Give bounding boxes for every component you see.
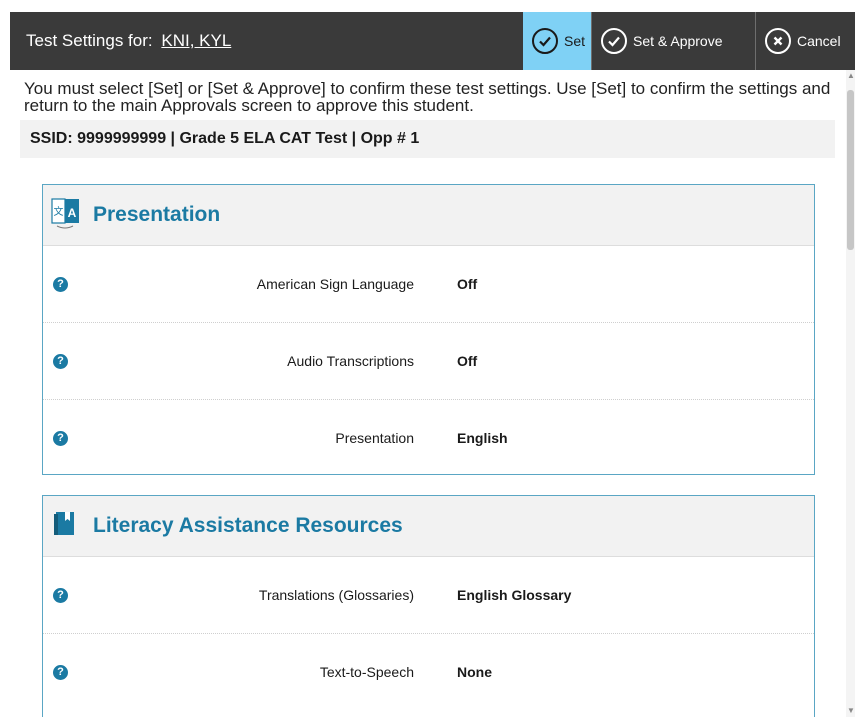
dialog-actions: Set Set & Approve Cancel	[523, 12, 855, 70]
setting-row: ? American Sign Language Off	[43, 246, 814, 323]
check-circle-icon	[532, 28, 558, 54]
literacy-assistance-panel: Literacy Assistance Resources ? Translat…	[42, 495, 815, 717]
top-strip	[0, 0, 855, 12]
setting-row: ? Translations (Glossaries) English Glos…	[43, 557, 814, 634]
scrollbar-thumb[interactable]	[847, 90, 854, 250]
scroll-down-arrow-icon[interactable]: ▼	[847, 707, 855, 715]
cancel-button-label: Cancel	[797, 33, 841, 49]
help-icon[interactable]: ?	[53, 353, 68, 369]
dialog-title-label: Test Settings for:	[26, 31, 153, 50]
svg-text:文: 文	[54, 205, 64, 218]
help-icon[interactable]: ?	[53, 664, 68, 680]
setting-label: Translations (Glossaries)	[258, 587, 414, 603]
panel-header: Literacy Assistance Resources	[43, 496, 814, 557]
ssid-text: SSID: 9999999999 | Grade 5 ELA CAT Test …	[30, 130, 420, 147]
set-button[interactable]: Set	[523, 12, 591, 70]
panel-header: 文 A Presentation	[43, 185, 814, 246]
close-circle-icon	[765, 28, 791, 54]
dialog-title-bar: Test Settings for: KNI, KYL Set Set & Ap…	[10, 12, 855, 70]
setting-value: Off	[457, 276, 478, 292]
help-icon[interactable]: ?	[53, 276, 68, 292]
setting-value: Off	[457, 353, 478, 369]
setting-value: None	[457, 664, 492, 680]
instructions-text: You must select [Set] or [Set & Approve]…	[24, 79, 831, 115]
setting-label: Text-to-Speech	[319, 664, 414, 680]
help-icon[interactable]: ?	[53, 430, 68, 446]
help-icon[interactable]: ?	[53, 587, 68, 603]
set-approve-button-label: Set & Approve	[633, 33, 723, 49]
set-approve-button[interactable]: Set & Approve	[591, 12, 755, 70]
dialog-title: Test Settings for: KNI, KYL	[10, 31, 231, 51]
setting-value: English Glossary	[457, 587, 572, 603]
set-button-label: Set	[564, 33, 586, 49]
check-circle-icon	[601, 28, 627, 54]
presentation-panel: 文 A Presentation ? American Sign Languag…	[42, 184, 815, 475]
svg-text:A: A	[68, 206, 77, 220]
vertical-scrollbar[interactable]: ▲ ▼	[846, 70, 855, 717]
book-icon	[51, 509, 81, 544]
setting-row: ? Text-to-Speech None	[43, 634, 814, 710]
setting-label: American Sign Language	[256, 276, 414, 292]
presentation-language-icon: 文 A	[51, 196, 81, 235]
setting-row: ? Presentation English	[43, 400, 814, 476]
setting-value: English	[457, 430, 508, 446]
scroll-up-arrow-icon[interactable]: ▲	[847, 72, 855, 80]
setting-label: Audio Transcriptions	[287, 353, 414, 369]
setting-label: Presentation	[335, 430, 414, 446]
section-title: Literacy Assistance Resources	[93, 514, 403, 537]
student-name-link[interactable]: KNI, KYL	[161, 31, 231, 50]
dialog-content: You must select [Set] or [Set & Approve]…	[20, 80, 835, 158]
cancel-button[interactable]: Cancel	[755, 12, 855, 70]
setting-row: ? Audio Transcriptions Off	[43, 323, 814, 400]
ssid-bar: SSID: 9999999999 | Grade 5 ELA CAT Test …	[20, 120, 835, 158]
section-title: Presentation	[93, 203, 221, 226]
